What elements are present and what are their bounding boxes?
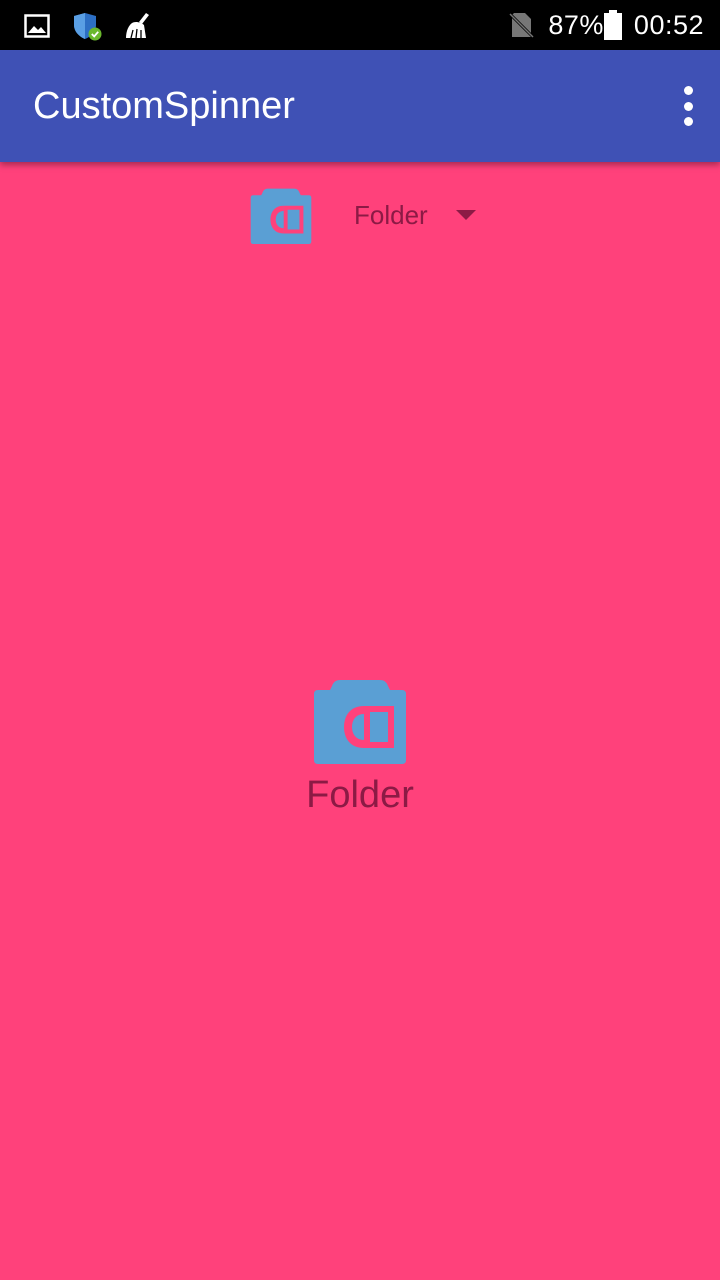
image-icon bbox=[24, 14, 50, 38]
clock: 00:52 bbox=[633, 9, 704, 40]
selected-item-display: Folder bbox=[0, 676, 720, 817]
selected-item-label: Folder bbox=[306, 774, 414, 816]
app-title: CustomSpinner bbox=[33, 85, 295, 127]
camera-icon bbox=[248, 186, 314, 244]
status-bar: 87% 00:52 bbox=[0, 0, 720, 50]
overflow-menu-dot bbox=[683, 117, 693, 126]
broom-icon bbox=[124, 11, 154, 41]
folder-spinner[interactable]: Folder bbox=[248, 182, 488, 248]
dropdown-arrow-icon bbox=[455, 210, 476, 220]
spinner-selected-label: Folder bbox=[354, 199, 428, 230]
overflow-menu-icon bbox=[683, 86, 693, 95]
no-sim-icon bbox=[506, 10, 536, 40]
battery-icon bbox=[603, 10, 622, 40]
battery-percent: 87% bbox=[548, 9, 604, 40]
shield-check-icon bbox=[72, 11, 102, 41]
camera-icon bbox=[312, 676, 408, 764]
overflow-menu-dot bbox=[683, 101, 693, 111]
app-bar: CustomSpinner bbox=[0, 50, 720, 162]
overflow-menu-button[interactable] bbox=[678, 86, 698, 126]
